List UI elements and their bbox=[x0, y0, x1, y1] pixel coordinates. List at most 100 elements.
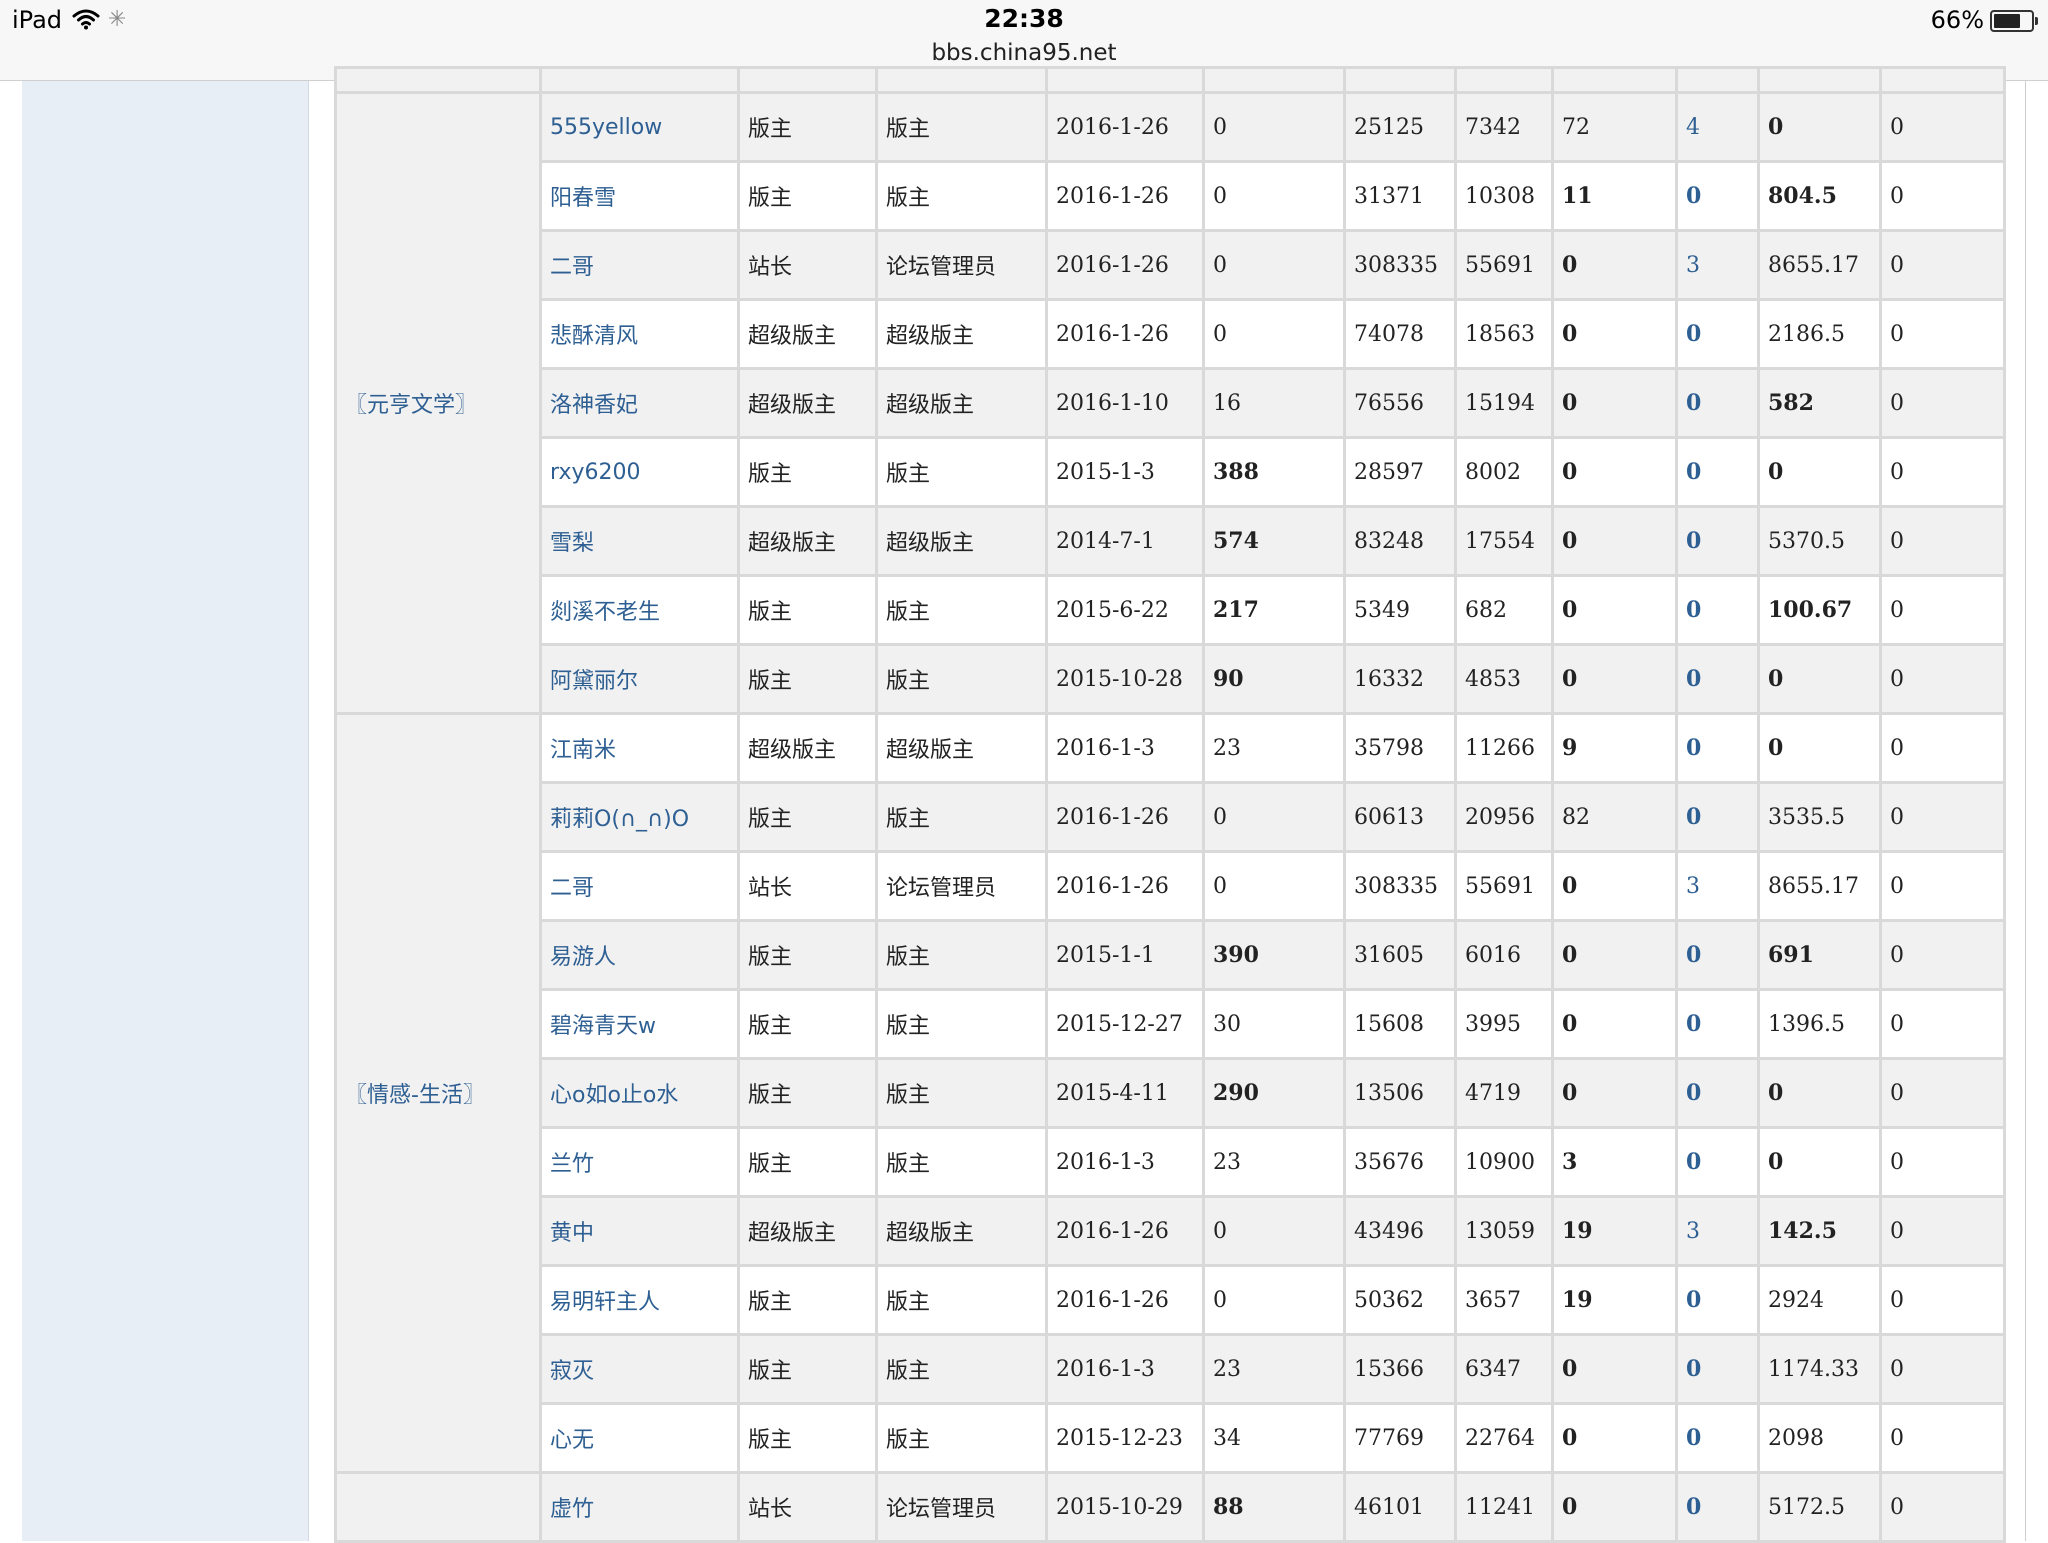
table-row: 〖元亨文学〗 555yellow 版主 版主 2016-1-26 0 25125 7342 72… bbox=[334, 91, 2006, 715]
moderator-group-cell: 版主 bbox=[875, 988, 1048, 1060]
moderator-username-link[interactable]: 阳春雪 bbox=[539, 160, 740, 232]
moderator-username-link[interactable]: 二哥 bbox=[539, 850, 740, 922]
moderator-username-link[interactable]: 二哥 bbox=[539, 229, 740, 301]
stat-cell: 0 bbox=[1879, 1471, 2006, 1543]
moderator-group-cell: 超级版主 bbox=[875, 367, 1048, 439]
moderator-group-cell: 论坛管理员 bbox=[875, 1471, 1048, 1543]
stat-link[interactable]: 0 bbox=[1675, 781, 1760, 853]
stat-cell: 0 bbox=[1879, 712, 2006, 784]
stat-cell: 1174.33 bbox=[1757, 1333, 1882, 1405]
moderator-role-cell: 版主 bbox=[737, 781, 878, 853]
stat-link[interactable]: 0 bbox=[1675, 505, 1760, 577]
stat-link[interactable]: 0 bbox=[1675, 367, 1760, 439]
stat-cell: 19 bbox=[1551, 1195, 1678, 1267]
stat-cell: 10900 bbox=[1454, 1126, 1554, 1198]
moderator-username-link[interactable]: 虚竹 bbox=[539, 1471, 740, 1543]
stat-cell: 0 bbox=[1757, 643, 1882, 715]
moderator-username-link[interactable]: 剡溪不老生 bbox=[539, 574, 740, 646]
moderator-role-cell: 版主 bbox=[737, 574, 878, 646]
date-cell: 2015-10-29 bbox=[1045, 1471, 1205, 1543]
moderator-group-cell: 超级版主 bbox=[875, 1195, 1048, 1267]
stat-cell: 17554 bbox=[1454, 505, 1554, 577]
stat-cell: 18563 bbox=[1454, 298, 1554, 370]
stat-link[interactable]: 0 bbox=[1675, 1057, 1760, 1129]
stat-cell: 0 bbox=[1879, 1333, 2006, 1405]
table-row: 兰竹 版主 版主 2016-1-3 23 35676 10900 3 0 0 0 bbox=[336, 1126, 2006, 1198]
stat-cell: 682 bbox=[1454, 574, 1554, 646]
stat-link[interactable]: 0 bbox=[1675, 1126, 1760, 1198]
stat-link[interactable]: 3 bbox=[1675, 850, 1760, 922]
forum-name-link[interactable]: 〖情感-生活〗 bbox=[334, 712, 542, 1474]
moderator-username-link[interactable]: 555yellow bbox=[539, 91, 740, 163]
moderator-role-cell: 版主 bbox=[737, 160, 878, 232]
moderator-username-link[interactable]: 易游人 bbox=[539, 919, 740, 991]
moderator-username-link[interactable]: rxy6200 bbox=[539, 436, 740, 508]
stat-link[interactable]: 0 bbox=[1675, 574, 1760, 646]
stat-cell: 388 bbox=[1202, 436, 1346, 508]
table-row: 洛神香妃 超级版主 超级版主 2016-1-10 16 76556 15194 0 0 582 0 bbox=[336, 367, 2006, 439]
stat-link[interactable]: 0 bbox=[1675, 1333, 1760, 1405]
moderator-group-cell: 版主 bbox=[875, 1126, 1048, 1198]
stat-link[interactable]: 0 bbox=[1675, 1471, 1760, 1543]
stat-link[interactable]: 0 bbox=[1675, 919, 1760, 991]
moderator-username-link[interactable]: 洛神香妃 bbox=[539, 367, 740, 439]
stat-link[interactable]: 0 bbox=[1675, 298, 1760, 370]
moderator-role-cell: 版主 bbox=[737, 436, 878, 508]
date-cell: 2014-7-1 bbox=[1045, 505, 1205, 577]
address-bar-url[interactable]: bbs.china95.net bbox=[0, 40, 2048, 66]
moderator-username-link[interactable]: 易明轩主人 bbox=[539, 1264, 740, 1336]
stat-cell: 0 bbox=[1879, 574, 2006, 646]
stat-cell: 582 bbox=[1757, 367, 1882, 439]
moderator-username-link[interactable]: 黄中 bbox=[539, 1195, 740, 1267]
stat-cell: 11266 bbox=[1454, 712, 1554, 784]
moderator-username-link[interactable]: 雪梨 bbox=[539, 505, 740, 577]
stat-cell: 0 bbox=[1757, 1057, 1882, 1129]
table-row: 雪梨 超级版主 超级版主 2014-7-1 574 83248 17554 0 0 5370.5 0 bbox=[336, 505, 2006, 577]
stat-cell: 1396.5 bbox=[1757, 988, 1882, 1060]
moderator-group-cell: 版主 bbox=[875, 160, 1048, 232]
stat-link[interactable]: 0 bbox=[1675, 1264, 1760, 1336]
stat-link[interactable]: 0 bbox=[1675, 643, 1760, 715]
moderator-username-link[interactable]: 莉莉O(∩_∩)O bbox=[539, 781, 740, 853]
date-cell: 2016-1-3 bbox=[1045, 1126, 1205, 1198]
moderator-group-cell: 版主 bbox=[875, 91, 1048, 163]
moderator-username-link[interactable]: 心o如o止o水 bbox=[539, 1057, 740, 1129]
stat-link[interactable]: 0 bbox=[1675, 160, 1760, 232]
moderator-username-link[interactable]: 兰竹 bbox=[539, 1126, 740, 1198]
stat-link[interactable]: 4 bbox=[1675, 91, 1760, 163]
moderator-username-link[interactable]: 碧海青天w bbox=[539, 988, 740, 1060]
stat-cell: 0 bbox=[1879, 91, 2006, 163]
stat-cell: 0 bbox=[1879, 505, 2006, 577]
moderator-group-cell: 版主 bbox=[875, 1402, 1048, 1474]
stat-cell: 23 bbox=[1202, 1126, 1346, 1198]
stat-cell: 11 bbox=[1551, 160, 1678, 232]
moderator-group-cell: 论坛管理员 bbox=[875, 850, 1048, 922]
stat-cell: 290 bbox=[1202, 1057, 1346, 1129]
moderator-username-link[interactable]: 悲酥清风 bbox=[539, 298, 740, 370]
stat-cell: 100.67 bbox=[1757, 574, 1882, 646]
stat-link[interactable]: 0 bbox=[1675, 988, 1760, 1060]
stat-cell: 25125 bbox=[1343, 91, 1457, 163]
stat-link[interactable]: 0 bbox=[1675, 712, 1760, 784]
forum-name-link[interactable]: 〖元亨文学〗 bbox=[334, 91, 542, 715]
moderator-role-cell: 版主 bbox=[737, 1333, 878, 1405]
table-row: 寂灭 版主 版主 2016-1-3 23 15366 6347 0 0 1174.33 0 bbox=[336, 1333, 2006, 1405]
stat-cell: 60613 bbox=[1343, 781, 1457, 853]
stat-cell: 0 bbox=[1879, 988, 2006, 1060]
moderator-username-link[interactable]: 寂灭 bbox=[539, 1333, 740, 1405]
stat-link[interactable]: 3 bbox=[1675, 229, 1760, 301]
moderator-username-link[interactable]: 江南米 bbox=[539, 712, 740, 784]
stat-cell: 5172.5 bbox=[1757, 1471, 1882, 1543]
moderator-username-link[interactable]: 心无 bbox=[539, 1402, 740, 1474]
date-cell: 2015-12-23 bbox=[1045, 1402, 1205, 1474]
table-row: 碧海青天w 版主 版主 2015-12-27 30 15608 3995 0 0 1396.5 0 bbox=[336, 988, 2006, 1060]
stat-link[interactable]: 0 bbox=[1675, 1402, 1760, 1474]
stat-link[interactable]: 3 bbox=[1675, 1195, 1760, 1267]
moderator-group-cell: 版主 bbox=[875, 1264, 1048, 1336]
stat-link[interactable]: 0 bbox=[1675, 436, 1760, 508]
moderator-role-cell: 站长 bbox=[737, 229, 878, 301]
stat-cell: 34 bbox=[1202, 1402, 1346, 1474]
stat-cell: 0 bbox=[1202, 91, 1346, 163]
table-cell bbox=[737, 66, 878, 94]
moderator-username-link[interactable]: 阿黛丽尔 bbox=[539, 643, 740, 715]
